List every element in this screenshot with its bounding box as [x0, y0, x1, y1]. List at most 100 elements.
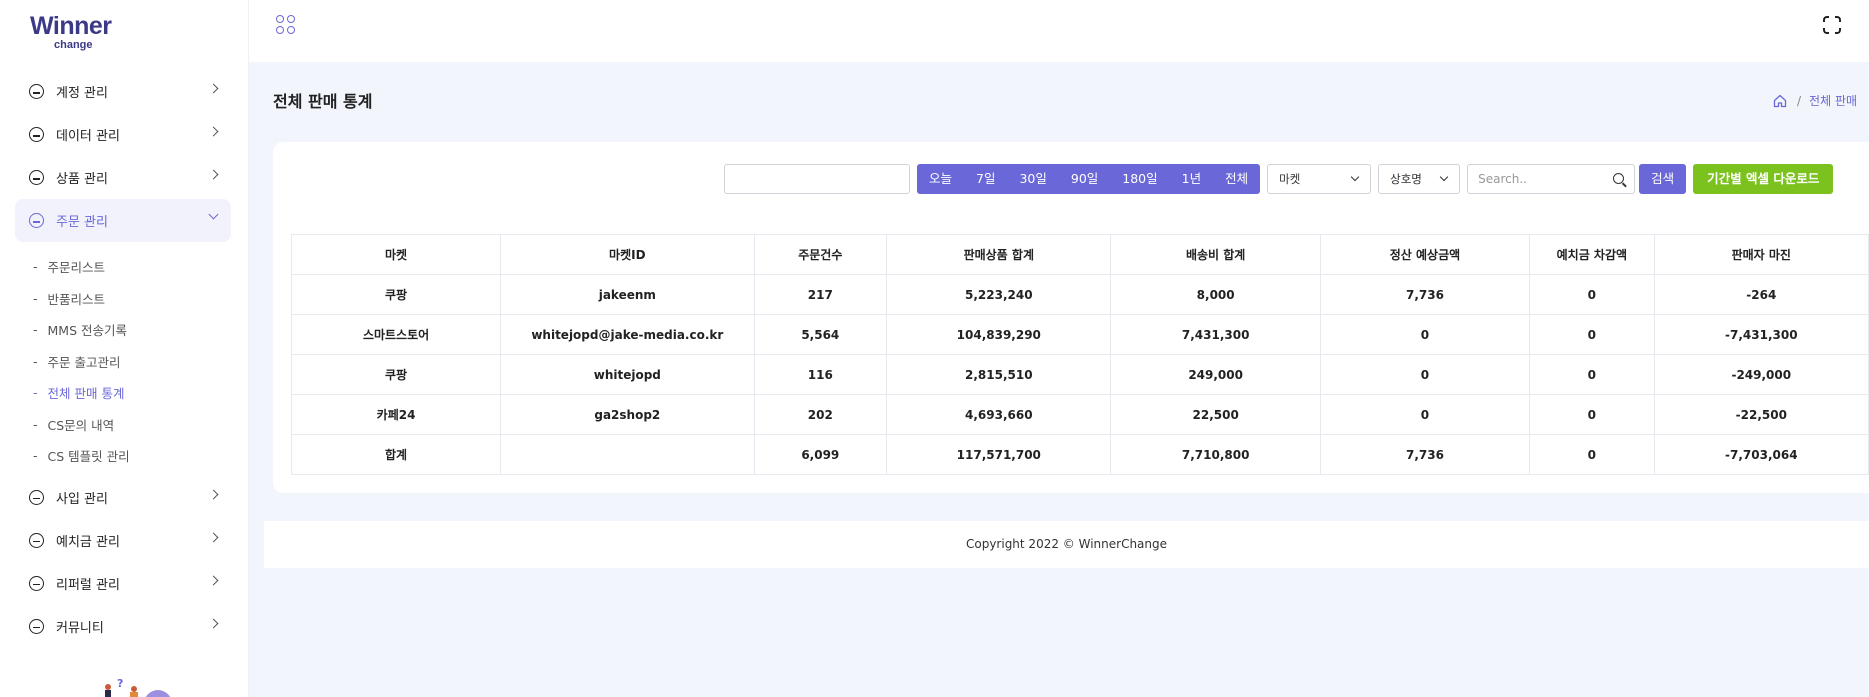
table-cell: ga2shop2 — [500, 394, 755, 435]
mascot-illustration: ? — [105, 678, 171, 697]
smile-icon — [29, 170, 44, 185]
submenu-item-shipping[interactable]: - 주문 출고관리 — [33, 346, 231, 378]
smile-icon — [29, 213, 44, 228]
table-total-row: 합계 6,099 117,571,700 7,710,800 7,736 0 -… — [290, 434, 1869, 475]
sidebar-item-data[interactable]: 데이터 관리 — [15, 113, 231, 156]
submenu-dash: - — [33, 416, 38, 432]
table-cell: 7,736 — [1319, 434, 1531, 475]
range-today-button[interactable]: 오늘 — [917, 164, 964, 194]
table-cell: -264 — [1653, 274, 1869, 315]
submenu-item-mms-log[interactable]: - MMS 전송기록 — [33, 314, 231, 346]
company-select[interactable]: 상호명 — [1378, 164, 1461, 194]
chevron-down-icon — [1439, 172, 1449, 182]
submenu-label: 주문 출고관리 — [47, 354, 121, 370]
submenu-dash: - — [33, 448, 38, 464]
sidebar-item-purchase[interactable]: 사입 관리 — [15, 476, 231, 519]
sidebar-item-label: 계정 관리 — [56, 86, 108, 101]
smile-icon — [29, 489, 44, 505]
table-cell: 7,710,800 — [1110, 434, 1321, 475]
sales-stats-table: 마켓 마켓ID 주문건수 판매상품 합계 배송비 합계 정산 예상금액 예치금 … — [290, 234, 1869, 475]
footer: Copyright 2022 © WinnerChange — [264, 521, 1869, 568]
sidebar-item-label: 커뮤니티 — [56, 620, 104, 636]
home-icon[interactable] — [1773, 94, 1787, 108]
submenu-item-order-list[interactable]: - 주문리스트 — [33, 251, 231, 283]
breadcrumb-current[interactable]: 전체 판매 — [1809, 92, 1857, 109]
search-input[interactable] — [1468, 165, 1599, 193]
sidebar-item-label: 상품 관리 — [56, 172, 108, 187]
sidebar-item-community[interactable]: 커뮤니티 — [15, 605, 231, 648]
table-cell: 5,564 — [753, 314, 888, 355]
logo-main: Winner — [30, 12, 112, 40]
copyright-text: Copyright 2022 © WinnerChange — [965, 537, 1168, 551]
submenu-item-sales-stats[interactable]: - 전체 판매 통계 — [33, 377, 231, 409]
sidebar-item-referral[interactable]: 리퍼럴 관리 — [15, 562, 231, 605]
chevron-right-icon — [208, 575, 219, 585]
table-cell: 쿠팡 — [290, 274, 502, 315]
submenu-dash: - — [33, 385, 38, 401]
table-cell: 8,000 — [1110, 274, 1321, 315]
range-1y-button[interactable]: 1년 — [1170, 164, 1213, 194]
range-7d-button[interactable]: 7일 — [964, 164, 1007, 194]
search-button[interactable]: 검색 — [1639, 164, 1687, 194]
submenu-item-cs-inquiries[interactable]: - CS문의 내역 — [33, 409, 231, 441]
column-header: 마켓 — [290, 234, 502, 275]
table-cell: jakeenm — [500, 274, 755, 315]
sidebar-item-products[interactable]: 상품 관리 — [15, 156, 231, 199]
table-cell: 22,500 — [1110, 394, 1321, 435]
fullscreen-icon[interactable] — [1823, 16, 1841, 34]
logo-sub: change — [54, 39, 93, 51]
filter-bar: 오늘 7일 30일 90일 180일 1년 전체 마켓 상호명 검색 기간별 엑… — [724, 164, 1834, 194]
table-cell: -7,431,300 — [1653, 314, 1869, 355]
column-header: 배송비 합계 — [1110, 234, 1321, 275]
submenu-label: CS 템플릿 관리 — [47, 449, 130, 465]
submenu-item-cs-templates[interactable]: - CS 템플릿 관리 — [33, 440, 231, 472]
chevron-right-icon — [208, 532, 219, 542]
range-180d-button[interactable]: 180일 — [1110, 164, 1169, 194]
market-select[interactable]: 마켓 — [1267, 164, 1372, 194]
chevron-right-icon — [208, 169, 219, 180]
page-title: 전체 판매 통계 — [273, 92, 373, 111]
sidebar-item-label: 데이터 관리 — [56, 129, 120, 144]
sidebar-item-label: 사입 관리 — [56, 491, 108, 507]
breadcrumb: / 전체 판매 — [1773, 92, 1857, 109]
range-90d-button[interactable]: 90일 — [1059, 164, 1110, 194]
table-cell: whitejopd@jake-media.co.kr — [500, 314, 755, 355]
table-cell: 0 — [1529, 394, 1655, 435]
logo[interactable]: Winner change — [30, 12, 120, 51]
sidebar-item-deposit[interactable]: 예치금 관리 — [15, 519, 231, 562]
table-row: 쿠팡 whitejopd 116 2,815,510 249,000 0 0 -… — [290, 354, 1869, 395]
sidebar-item-account[interactable]: 계정 관리 — [15, 70, 231, 113]
orders-submenu: - 주문리스트 - 반품리스트 - MMS 전송기록 - 주문 출고관리 - 전… — [15, 242, 231, 476]
submenu-label: MMS 전송기록 — [47, 323, 127, 339]
table-cell: 6,099 — [753, 434, 888, 475]
column-header: 마켓ID — [500, 234, 755, 275]
market-select-value: 마켓 — [1279, 172, 1301, 186]
excel-download-button[interactable]: 기간별 엑셀 다운로드 — [1693, 164, 1834, 194]
table-cell: 쿠팡 — [290, 354, 502, 395]
top-bar — [249, 0, 1869, 62]
range-all-button[interactable]: 전체 — [1213, 164, 1260, 194]
table-cell: 0 — [1529, 354, 1655, 395]
svg-text:?: ? — [117, 678, 123, 690]
table-cell: 스마트스토어 — [290, 314, 502, 355]
date-range-input[interactable] — [724, 164, 910, 194]
table-cell: 카페24 — [290, 394, 502, 435]
range-30d-button[interactable]: 30일 — [1007, 164, 1058, 194]
submenu-item-return-list[interactable]: - 반품리스트 — [33, 283, 231, 315]
submenu-dash: - — [33, 259, 38, 275]
submenu-dash: - — [33, 322, 38, 338]
search-icon[interactable] — [1613, 173, 1625, 184]
sidebar-item-label: 리퍼럴 관리 — [56, 577, 120, 593]
apps-grid-icon[interactable] — [276, 15, 296, 35]
chevron-right-icon — [208, 83, 219, 94]
table-cell: 0 — [1319, 394, 1531, 435]
table-cell: -22,500 — [1653, 394, 1869, 435]
chevron-right-icon — [208, 618, 219, 628]
smile-icon — [29, 532, 44, 548]
table-cell: -7,703,064 — [1653, 434, 1869, 475]
table-cell: whitejopd — [500, 354, 755, 395]
sidebar-item-orders[interactable]: 주문 관리 — [15, 199, 231, 242]
sidebar-nav: 계정 관리 데이터 관리 상품 관리 주문 관리 - 주문리스트 - 반품리스트… — [15, 70, 231, 648]
column-header: 판매상품 합계 — [886, 234, 1112, 275]
column-header: 주문건수 — [753, 234, 888, 275]
